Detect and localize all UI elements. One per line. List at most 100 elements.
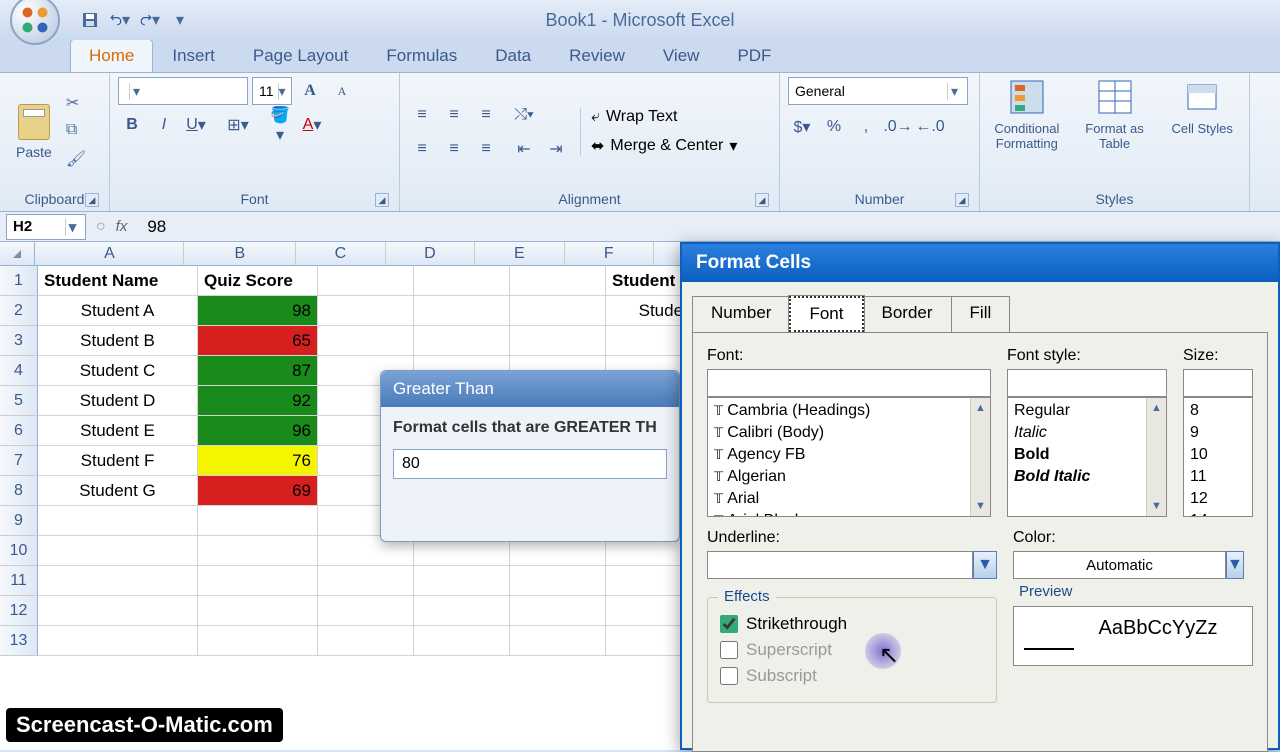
tab-view[interactable]: View: [644, 39, 719, 72]
chevron-down-icon[interactable]: ▼: [1226, 551, 1244, 579]
comma-icon[interactable]: ,: [852, 113, 880, 141]
col-header-b[interactable]: B: [184, 242, 296, 265]
scroll-up-icon[interactable]: ▲: [971, 398, 990, 418]
row-header[interactable]: 7: [0, 446, 38, 476]
number-launcher-icon[interactable]: ◢: [955, 193, 969, 207]
cell[interactable]: 96: [198, 416, 318, 446]
formula-input[interactable]: 98: [137, 217, 166, 237]
clipboard-launcher-icon[interactable]: ◢: [85, 193, 99, 207]
font-color-button[interactable]: A▾: [298, 111, 326, 139]
row-header[interactable]: 6: [0, 416, 38, 446]
cell[interactable]: Student G: [38, 476, 198, 506]
cell-styles-button[interactable]: Cell Styles: [1163, 77, 1241, 151]
tab-insert[interactable]: Insert: [153, 39, 234, 72]
cell[interactable]: Student F: [38, 446, 198, 476]
col-header-c[interactable]: C: [296, 242, 385, 265]
fill-color-button[interactable]: 🪣▾: [266, 111, 294, 139]
row-header[interactable]: 8: [0, 476, 38, 506]
select-all-corner[interactable]: [0, 242, 35, 265]
increase-indent-icon[interactable]: ⇥: [542, 135, 570, 163]
row-header[interactable]: 3: [0, 326, 38, 356]
tab-review[interactable]: Review: [550, 39, 644, 72]
chevron-down-icon[interactable]: ▼: [973, 551, 997, 579]
col-header-f[interactable]: F: [565, 242, 654, 265]
scroll-down-icon[interactable]: ▼: [1147, 496, 1166, 516]
col-header-d[interactable]: D: [386, 242, 475, 265]
align-right-icon[interactable]: ≡: [472, 135, 500, 163]
underline-button[interactable]: U▾: [182, 111, 210, 139]
cell[interactable]: 76: [198, 446, 318, 476]
merge-center-button[interactable]: ⬌ Merge & Center ▾: [591, 136, 737, 156]
fc-strikethrough-check[interactable]: Strikethrough: [720, 614, 984, 634]
align-left-icon[interactable]: ≡: [408, 135, 436, 163]
tab-formulas[interactable]: Formulas: [367, 39, 476, 72]
col-header-e[interactable]: E: [475, 242, 564, 265]
cell[interactable]: 87: [198, 356, 318, 386]
italic-button[interactable]: I: [150, 111, 178, 139]
tab-pdf[interactable]: PDF: [718, 39, 790, 72]
fc-subscript-check[interactable]: Subscript: [720, 666, 984, 686]
fc-tab-font[interactable]: Font: [789, 296, 863, 332]
fc-font-option[interactable]: 𝕋Cambria (Headings): [710, 400, 988, 422]
undo-icon[interactable]: ▾: [110, 10, 130, 30]
row-header[interactable]: 5: [0, 386, 38, 416]
fc-size-option[interactable]: 10: [1186, 444, 1250, 466]
align-bottom-icon[interactable]: ≡: [472, 101, 500, 129]
greater-than-input[interactable]: [393, 449, 667, 479]
cell[interactable]: Student A: [38, 296, 198, 326]
fc-style-option[interactable]: Regular: [1010, 400, 1164, 422]
border-button[interactable]: ⊞▾: [224, 111, 252, 139]
scroll-down-icon[interactable]: ▼: [971, 496, 990, 516]
fc-font-option[interactable]: 𝕋Algerian: [710, 466, 988, 488]
fc-font-option[interactable]: 𝕋Arial: [710, 488, 988, 510]
fc-tab-fill[interactable]: Fill: [951, 296, 1011, 332]
copy-icon[interactable]: ⧉: [66, 121, 88, 143]
row-header[interactable]: 10: [0, 536, 38, 566]
conditional-formatting-button[interactable]: Conditional Formatting: [988, 77, 1066, 151]
font-name-combo[interactable]: ▾: [118, 77, 248, 105]
fc-style-option[interactable]: Bold Italic: [1010, 466, 1164, 488]
scroll-up-icon[interactable]: ▲: [1147, 398, 1166, 418]
fc-underline-select[interactable]: ▼: [707, 551, 997, 579]
format-as-table-button[interactable]: Format as Table: [1076, 77, 1154, 151]
cell[interactable]: Student C: [38, 356, 198, 386]
align-center-icon[interactable]: ≡: [440, 135, 468, 163]
row-header[interactable]: 9: [0, 506, 38, 536]
fc-size-option[interactable]: 14: [1186, 510, 1250, 517]
number-format-combo[interactable]: General▾: [788, 77, 968, 105]
fc-font-option[interactable]: 𝕋Agency FB: [710, 444, 988, 466]
fc-tab-border[interactable]: Border: [863, 296, 952, 332]
fc-size-input[interactable]: [1183, 369, 1253, 397]
paste-button[interactable]: Paste: [8, 100, 60, 164]
fc-superscript-check[interactable]: Superscript: [720, 640, 984, 660]
row-header[interactable]: 13: [0, 626, 38, 656]
cell[interactable]: Student B: [38, 326, 198, 356]
col-header-a[interactable]: A: [35, 242, 184, 265]
cell[interactable]: 92: [198, 386, 318, 416]
cell[interactable]: 98: [198, 296, 318, 326]
fc-font-option[interactable]: 𝕋Calibri (Body): [710, 422, 988, 444]
cell[interactable]: 65: [198, 326, 318, 356]
format-painter-icon[interactable]: 🖌: [66, 149, 88, 171]
shrink-font-icon[interactable]: A: [328, 77, 356, 105]
increase-decimal-icon[interactable]: .0→: [884, 113, 912, 141]
percent-icon[interactable]: %: [820, 113, 848, 141]
qat-customize-icon[interactable]: ▾: [170, 10, 190, 30]
name-box[interactable]: H2▾: [6, 214, 86, 240]
bold-button[interactable]: B: [118, 111, 146, 139]
fc-font-option[interactable]: 𝕋Arial Black: [710, 510, 988, 517]
tab-page-layout[interactable]: Page Layout: [234, 39, 367, 72]
row-header[interactable]: 4: [0, 356, 38, 386]
fc-size-option[interactable]: 12: [1186, 488, 1250, 510]
fc-size-list[interactable]: 8910111214: [1183, 397, 1253, 517]
orientation-icon[interactable]: ⤭▾: [510, 101, 538, 129]
fc-size-option[interactable]: 8: [1186, 400, 1250, 422]
fc-style-option[interactable]: Bold: [1010, 444, 1164, 466]
save-icon[interactable]: [80, 10, 100, 30]
fx-icon[interactable]: fx: [116, 218, 128, 235]
cell[interactable]: Student D: [38, 386, 198, 416]
fc-style-input[interactable]: [1007, 369, 1167, 397]
redo-icon[interactable]: ▾: [140, 10, 160, 30]
wrap-text-button[interactable]: ⤶ Wrap Text: [591, 108, 737, 126]
fc-style-option[interactable]: Italic: [1010, 422, 1164, 444]
